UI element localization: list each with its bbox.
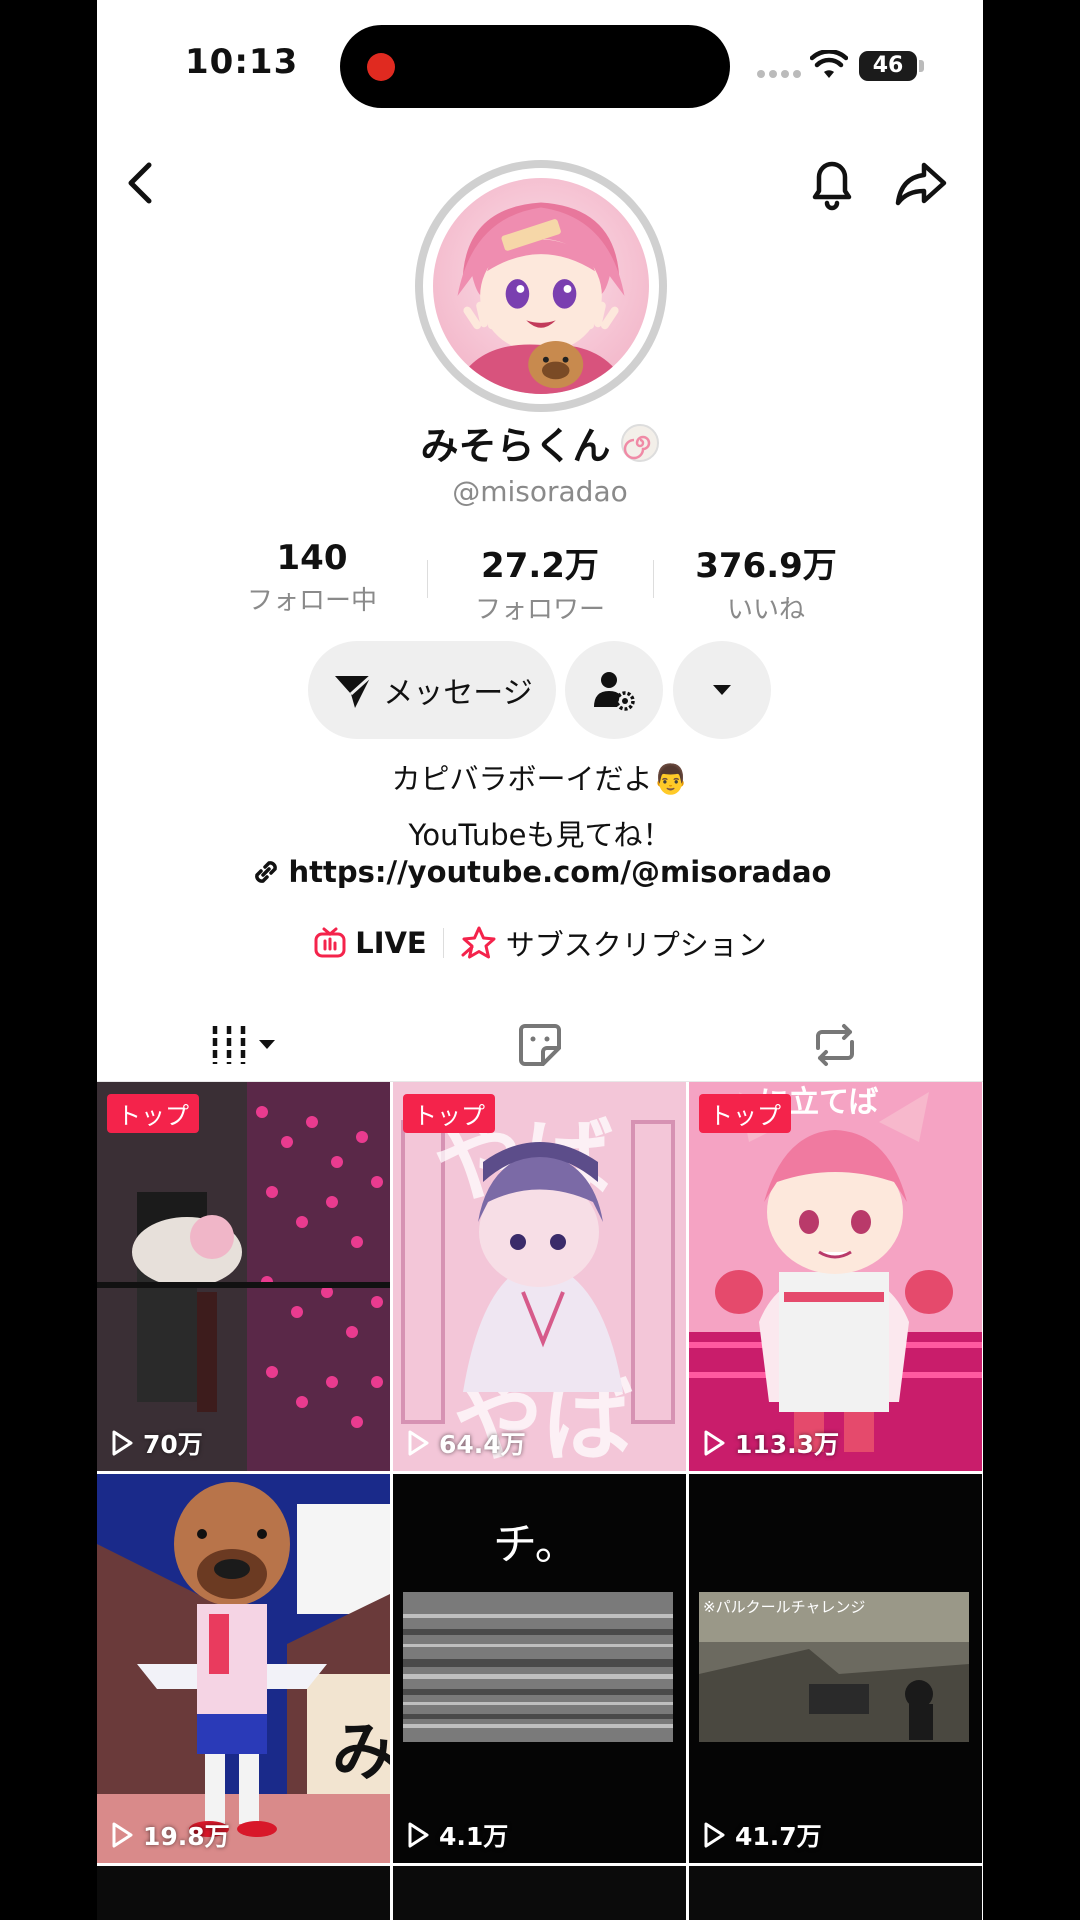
video-thumbnail-image: やば やば xyxy=(393,1082,686,1471)
live-tv-icon xyxy=(314,927,346,958)
bio-line-2: YouTubeも見てね！ xyxy=(408,818,672,852)
video-thumbnail[interactable] xyxy=(689,1866,982,1920)
view-count-text: 41.7万 xyxy=(735,1822,822,1851)
battery-indicator: 46 xyxy=(859,51,917,81)
naruto-badge-icon xyxy=(620,423,659,462)
cellular-signal-icon xyxy=(757,70,801,78)
play-icon xyxy=(112,1822,133,1848)
tab-videos[interactable] xyxy=(97,1005,392,1085)
play-icon xyxy=(408,1430,429,1456)
tab-reposts[interactable] xyxy=(687,1005,982,1085)
following-stat[interactable]: 140 フォロー中 xyxy=(212,538,412,617)
repost-icon xyxy=(815,1024,854,1066)
play-icon xyxy=(704,1822,725,1848)
bio-link-text: https://youtube.com/@misoradao xyxy=(288,855,832,889)
likes-label: いいね xyxy=(726,595,805,625)
back-arrow-icon[interactable] xyxy=(117,155,167,211)
video-overlay-title: チ。 xyxy=(493,1519,579,1570)
followers-count: 27.2万 xyxy=(481,546,599,586)
bio-link[interactable]: https://youtube.com/@misoradao xyxy=(97,855,983,889)
wifi-icon xyxy=(810,50,848,78)
more-options-button[interactable] xyxy=(673,641,771,739)
video-thumbnail-image: チ。 xyxy=(393,1474,686,1863)
live-label: LIVE xyxy=(355,926,427,960)
extras-divider xyxy=(442,928,444,958)
tab-stickers[interactable] xyxy=(392,1005,687,1085)
view-count: 113.3万 xyxy=(701,1425,839,1461)
view-count-text: 113.3万 xyxy=(735,1430,840,1459)
stat-divider xyxy=(427,560,428,598)
video-thumbnail[interactable] xyxy=(97,1866,390,1920)
video-thumbnail[interactable]: ※パルクールチャレンジ 41.7万 xyxy=(689,1474,982,1863)
star-subscription-icon xyxy=(461,926,496,959)
bell-icon[interactable] xyxy=(805,155,859,213)
subscription-button[interactable]: サブスクリプション xyxy=(460,922,767,964)
live-button[interactable]: LIVE xyxy=(313,926,427,960)
followers-label: フォロワー xyxy=(474,595,605,625)
view-count-text: 4.1万 xyxy=(439,1822,509,1851)
send-icon xyxy=(335,674,373,708)
view-count: 41.7万 xyxy=(701,1817,822,1853)
play-icon xyxy=(408,1822,429,1848)
top-badge: トップ xyxy=(699,1094,791,1133)
battery-tip xyxy=(919,60,924,72)
video-thumbnail-image: に立てば xyxy=(689,1082,982,1471)
message-button[interactable]: メッセージ xyxy=(308,641,556,739)
video-thumbnail[interactable]: み 19.8万 xyxy=(97,1474,390,1863)
view-count: 64.4万 xyxy=(405,1425,526,1461)
view-count-text: 64.4万 xyxy=(439,1430,526,1459)
play-icon xyxy=(112,1430,133,1456)
sticker-icon xyxy=(518,1024,561,1066)
display-name: みそらくん xyxy=(420,424,611,468)
video-thumbnail[interactable]: に立てば トップ 113.3万 xyxy=(689,1082,982,1471)
video-thumbnail-image xyxy=(97,1082,390,1471)
view-count-text: 19.8万 xyxy=(143,1822,230,1851)
message-button-label: メッセージ xyxy=(383,676,533,711)
likes-count: 376.9万 xyxy=(695,546,837,586)
video-grid-icon xyxy=(212,1026,275,1064)
status-time: 10:13 xyxy=(185,42,299,82)
recording-indicator xyxy=(367,53,395,81)
video-thumbnail[interactable] xyxy=(393,1866,686,1920)
stat-divider xyxy=(653,560,654,598)
following-label: フォロー中 xyxy=(246,586,377,616)
play-icon xyxy=(704,1430,725,1456)
username-handle: @misoradao xyxy=(452,475,628,508)
view-count: 4.1万 xyxy=(405,1817,508,1853)
svg-text:み: み xyxy=(332,1716,390,1790)
subscription-label: サブスクリプション xyxy=(505,928,767,962)
top-badge: トップ xyxy=(107,1094,199,1133)
following-count: 140 xyxy=(276,538,348,578)
user-settings-button[interactable] xyxy=(565,641,663,739)
share-icon[interactable] xyxy=(892,155,950,211)
avatar[interactable] xyxy=(415,160,667,412)
profile-screen: 10:13 46 みそらくん @misoradao 140 フォロー中 27.2… xyxy=(97,0,983,1920)
display-name-row: みそらくん xyxy=(97,415,983,470)
video-thumbnail[interactable]: チ。 4.1万 xyxy=(393,1474,686,1863)
top-badge: トップ xyxy=(403,1094,495,1133)
status-bar: 10:13 46 xyxy=(97,0,983,130)
view-count: 70万 xyxy=(109,1425,203,1461)
video-overlay-title: ※パルクールチャレンジ xyxy=(703,1598,865,1616)
video-thumbnail-image: ※パルクールチャレンジ xyxy=(689,1474,982,1863)
user-gear-icon xyxy=(594,672,635,711)
profile-extras: LIVE サブスクリプション xyxy=(97,922,983,964)
link-icon xyxy=(254,861,277,883)
video-thumbnail[interactable]: やば やば トップ 64.4万 xyxy=(393,1082,686,1471)
bio-line-1: カピバラボーイだよ👨 xyxy=(391,762,689,796)
video-thumbnail[interactable]: トップ 70万 xyxy=(97,1082,390,1471)
caret-down-icon xyxy=(713,685,731,695)
content-tabs xyxy=(97,1005,983,1085)
view-count: 19.8万 xyxy=(109,1817,230,1853)
dynamic-island xyxy=(340,25,730,108)
avatar-image xyxy=(433,178,649,394)
likes-stat[interactable]: 376.9万 いいね xyxy=(666,538,866,626)
view-count-text: 70万 xyxy=(143,1430,203,1459)
video-thumbnail-image: み xyxy=(97,1474,390,1863)
followers-stat[interactable]: 27.2万 フォロワー xyxy=(440,538,640,626)
